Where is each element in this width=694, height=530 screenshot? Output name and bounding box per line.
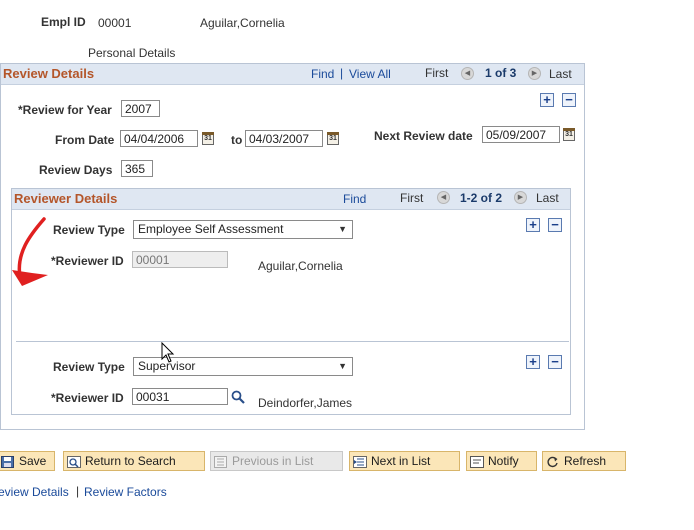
to-date-label: to — [231, 133, 243, 147]
search-lookup-icon[interactable] — [231, 390, 245, 404]
review-year-field[interactable]: 2007 — [121, 100, 160, 117]
employee-name: Aguilar,Cornelia — [200, 16, 285, 30]
review-add-row-button[interactable]: + — [540, 93, 554, 107]
reviewer-delete-row-button[interactable]: − — [548, 218, 562, 232]
review-type-select[interactable]: Employee Self Assessment ▼ — [133, 220, 353, 239]
reviewer-details-title: Reviewer Details — [14, 191, 118, 206]
review-find-link[interactable]: Find — [311, 67, 334, 81]
reviewer-first-label: First — [400, 191, 424, 205]
next-in-list-button[interactable]: Next in List — [349, 451, 460, 471]
review-details-title: Review Details — [3, 66, 95, 81]
review-prev-icon[interactable]: ◀ — [461, 67, 474, 80]
review-delete-row-button[interactable]: − — [562, 93, 576, 107]
from-date-field[interactable]: 04/04/2006 — [120, 130, 198, 147]
reviewer-id-label: *Reviewer ID — [51, 254, 124, 268]
review-year-label: *Review for Year — [18, 103, 112, 117]
row-divider — [16, 341, 569, 342]
save-button[interactable]: Save — [0, 451, 55, 471]
review-type-label: Review Type — [53, 223, 125, 237]
next-list-icon — [353, 455, 367, 468]
reviewer-count: 1-2 of 2 — [460, 191, 503, 205]
review-count: 1 of 3 — [485, 66, 517, 80]
previous-list-icon — [214, 455, 227, 468]
dropdown-arrow-icon: ▼ — [338, 361, 347, 371]
return-search-icon — [67, 455, 81, 468]
reviewer-name: Aguilar,Cornelia — [258, 259, 343, 273]
reviewer-add-row-button[interactable]: + — [526, 218, 540, 232]
mouse-cursor-icon — [161, 342, 175, 363]
empl-id-label: Empl ID — [41, 15, 86, 29]
previous-in-list-label: Previous in List — [232, 454, 314, 468]
reviewer-id-field: 00001 — [132, 251, 228, 268]
reviewer-find-link[interactable]: Find — [343, 192, 366, 206]
reviewer-id-label: *Reviewer ID — [51, 391, 124, 405]
return-to-search-label: Return to Search — [85, 454, 176, 468]
return-to-search-button[interactable]: Return to Search — [63, 451, 205, 471]
reviewer-id-field[interactable]: 00031 — [132, 388, 228, 405]
next-review-date-field[interactable]: 05/09/2007 — [482, 126, 560, 143]
review-days-field[interactable]: 365 — [121, 160, 153, 177]
review-view-all-link[interactable]: View All — [349, 67, 391, 81]
review-first-label: First — [425, 66, 449, 80]
reviewer-prev-icon[interactable]: ◀ — [437, 191, 450, 204]
from-date-label: From Date — [55, 133, 115, 147]
review-next-icon[interactable]: ▶ — [528, 67, 541, 80]
refresh-button[interactable]: Refresh — [542, 451, 626, 471]
annotation-arrow-icon — [12, 217, 48, 286]
calendar-icon[interactable]: 31 — [202, 132, 214, 145]
notify-button[interactable]: Notify — [466, 451, 537, 471]
review-factors-link[interactable]: Review Factors — [84, 485, 167, 499]
review-days-label: Review Days — [39, 163, 113, 177]
empl-id-value: 00001 — [98, 16, 132, 30]
review-link-separator: | — [340, 66, 344, 80]
next-review-date-label: Next Review date — [374, 129, 473, 143]
notify-icon — [470, 455, 484, 468]
reviewer-name: Deindorfer,James — [258, 396, 353, 410]
next-in-list-label: Next in List — [371, 454, 431, 468]
refresh-icon — [546, 455, 559, 467]
reviewer-delete-row-button[interactable]: − — [548, 355, 562, 369]
dropdown-arrow-icon: ▼ — [338, 224, 347, 234]
page-subtitle: Personal Details — [88, 46, 176, 60]
calendar-icon[interactable]: 31 — [563, 128, 575, 141]
refresh-label: Refresh — [564, 454, 607, 468]
previous-in-list-button: Previous in List — [210, 451, 343, 471]
review-type-label: Review Type — [53, 360, 125, 374]
review-last-label: Last — [549, 67, 572, 81]
calendar-icon[interactable]: 31 — [327, 132, 339, 145]
save-icon — [1, 455, 14, 468]
reviewer-next-icon[interactable]: ▶ — [514, 191, 527, 204]
review-details-link[interactable]: eview Details — [0, 485, 69, 499]
footer-separator: | — [76, 484, 80, 498]
notify-label: Notify — [488, 454, 519, 468]
review-type-value: Employee Self Assessment — [138, 222, 284, 236]
to-date-field[interactable]: 04/03/2007 — [245, 130, 323, 147]
reviewer-add-row-button[interactable]: + — [526, 355, 540, 369]
reviewer-last-label: Last — [536, 191, 559, 205]
